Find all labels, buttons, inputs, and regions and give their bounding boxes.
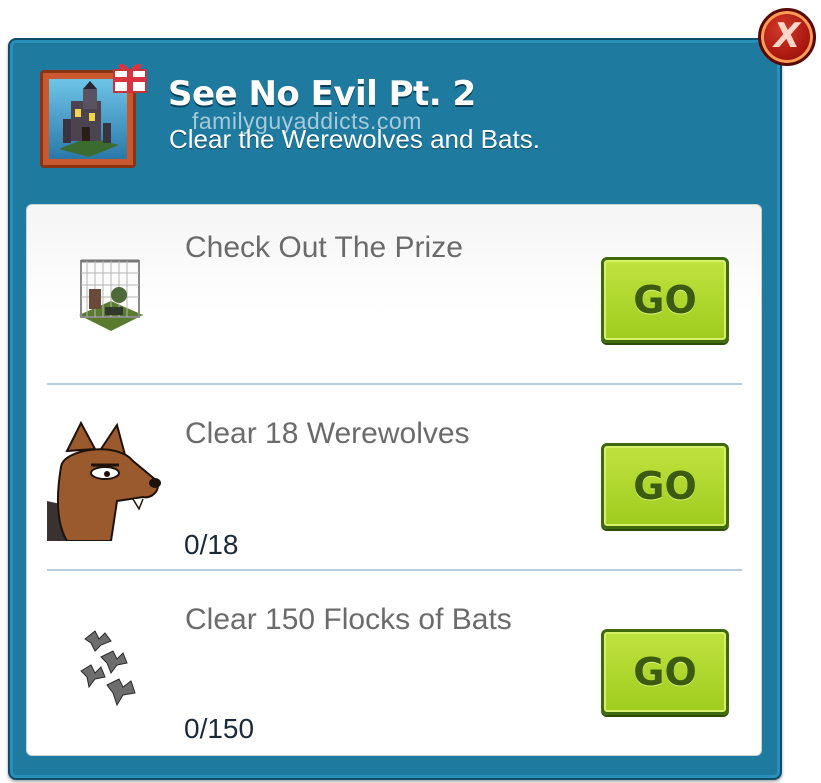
go-button[interactable]: GO xyxy=(601,629,729,715)
task-label: Clear 150 Flocks of Bats xyxy=(185,603,512,636)
task-progress: 0/18 xyxy=(184,529,239,560)
task-row: Clear 18 Werewolves 0/18 GO xyxy=(27,385,761,573)
prize-building-icon xyxy=(75,253,145,337)
watermark: familyguyaddicts.com xyxy=(192,108,422,134)
go-button[interactable]: GO xyxy=(601,443,729,529)
task-label: Clear 18 Werewolves xyxy=(185,417,470,450)
task-label: Check Out The Prize xyxy=(185,231,463,264)
go-button-label: GO xyxy=(633,650,697,694)
task-row: Check Out The Prize GO xyxy=(27,205,761,385)
close-button[interactable]: X xyxy=(758,8,816,66)
task-progress: 0/150 xyxy=(184,713,255,744)
task-row: Clear 150 Flocks of Bats 0/150 GO xyxy=(27,571,761,755)
werewolf-icon xyxy=(47,420,161,545)
gift-icon xyxy=(108,58,152,94)
go-button-label: GO xyxy=(633,278,697,322)
close-icon: X xyxy=(773,16,801,56)
bats-icon xyxy=(77,627,143,711)
task-panel: Check Out The Prize GO Clear 18 Werewolv… xyxy=(26,204,762,756)
go-button-label: GO xyxy=(633,464,697,508)
go-button[interactable]: GO xyxy=(601,257,729,343)
